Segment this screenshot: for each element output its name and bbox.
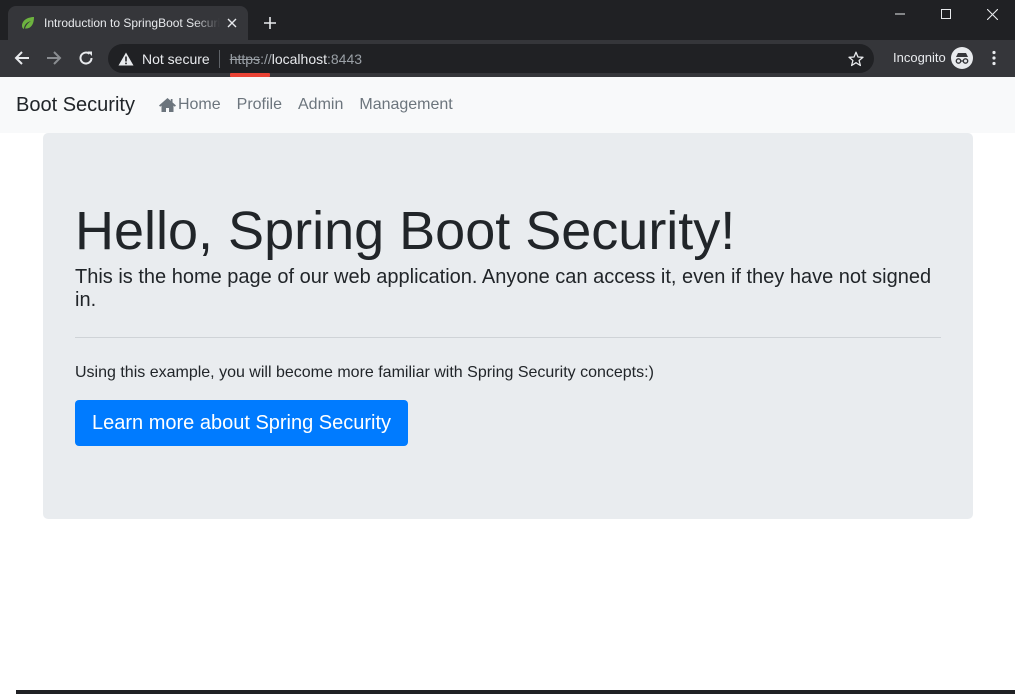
back-button[interactable] [8,44,36,72]
maximize-button[interactable] [923,0,969,28]
security-label: Not secure [142,50,210,67]
nav-link-profile[interactable]: Profile [237,96,282,114]
bookmark-star-icon[interactable] [846,49,866,69]
browser-tab[interactable]: Introduction to SpringBoot Security [8,6,248,40]
home-icon [158,97,177,113]
lead-text: This is the home page of our web applica… [75,265,932,311]
jumbotron: Hello, Spring Boot Security! This is the… [43,133,973,519]
nav-link-home[interactable]: Home [158,96,221,114]
learn-more-button[interactable]: Learn more about Spring Security [75,399,409,446]
divider [75,336,941,338]
incognito-label: Incognito [893,50,946,65]
browser-toolbar: Not secure https://localhost:8443 [0,40,1015,77]
incognito-icon[interactable] [950,46,974,70]
bottom-edge-bar [16,690,1015,694]
omnibox-divider [218,49,220,68]
tab-title: Introduction to SpringBoot Security [44,16,220,30]
new-tab-button[interactable] [258,11,282,35]
navbar-brand[interactable]: Boot Security [16,94,135,117]
security-indicator[interactable]: Not secure [108,44,210,73]
insecure-scheme-marker [229,72,270,77]
page-heading: Hello, Spring Boot Security! [75,201,736,261]
body-text: Using this example, you will become more… [75,363,654,381]
browser-titlebar: Introduction to SpringBoot Security [0,0,1015,40]
spring-leaf-icon [20,15,36,31]
minimize-button[interactable] [877,0,923,28]
url-host: localhost [271,50,327,67]
warning-icon [118,52,134,66]
reload-button[interactable] [72,44,100,72]
browser-menu-icon[interactable] [982,44,1006,72]
close-window-button[interactable] [969,0,1015,28]
url-text[interactable]: https://localhost:8443 [229,50,363,77]
url-scheme: https [229,50,261,67]
site-navbar: Boot Security Home Profile Admin Managem… [0,77,1015,133]
nav-link-management[interactable]: Management [359,96,452,114]
forward-button[interactable] [40,44,68,72]
address-bar[interactable]: Not secure https://localhost:8443 [108,44,874,77]
nav-link-admin[interactable]: Admin [298,96,343,114]
nav-link-label: Home [177,96,221,113]
url-port: :8443 [327,50,363,67]
url-separator: :// [260,50,272,67]
close-tab-icon[interactable] [224,15,240,31]
